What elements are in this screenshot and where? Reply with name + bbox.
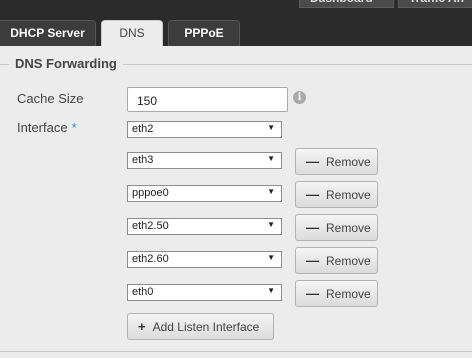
triangle-down-icon: ▼ [267,187,275,196]
remove-interface-button-3[interactable]: — Remove [295,181,378,208]
select-value: eth2.60 [132,253,169,265]
remove-interface-button-6[interactable]: — Remove [295,280,378,307]
select-value: pppoe0 [132,187,169,199]
minus-icon: — [306,253,319,268]
add-listen-interface-label: Add Listen Interface [152,320,260,334]
cache-size-label-text: Cache Size [17,91,84,106]
triangle-down-icon: ▼ [267,220,275,229]
triangle-down-icon: ▼ [267,286,275,295]
minus-icon: — [306,187,319,202]
triangle-down-icon: ▼ [267,253,275,262]
tab-pppoe[interactable]: PPPoE [168,20,240,46]
remove-label: Remove [326,254,371,268]
section-bottom-divider [0,351,472,352]
cache-size-label: Cache Size [17,91,83,106]
remove-label: Remove [326,287,371,301]
remove-interface-button-4[interactable]: — Remove [295,214,378,241]
remove-interface-button-5[interactable]: — Remove [295,247,378,274]
select-value: eth0 [132,286,154,298]
remove-label: Remove [326,155,371,169]
interface-label-text: Interface [17,120,68,135]
nav-traffic-analysis[interactable]: Traffic An [398,0,472,8]
remove-interface-button-2[interactable]: — Remove [295,148,378,175]
minus-icon: — [306,286,319,301]
tab-dhcp-server[interactable]: DHCP Server [0,20,96,46]
info-icon[interactable]: i [293,91,306,104]
remove-label: Remove [326,221,371,235]
minus-icon: — [306,154,319,169]
plus-icon: + [138,319,146,334]
remove-label: Remove [326,188,371,202]
interface-select-2[interactable]: eth3 ▼ [127,152,282,169]
required-asterisk: * [71,120,77,135]
select-value: eth2.50 [132,220,169,232]
interface-select-3[interactable]: pppoe0 ▼ [127,185,282,202]
interface-select-1[interactable]: eth2 ▼ [127,121,282,138]
add-listen-interface-button[interactable]: + Add Listen Interface [127,313,274,340]
top-navigation-bar: Dashboard Traffic An DHCP Server DNS PPP… [0,0,472,46]
nav-dashboard[interactable]: Dashboard [299,0,394,8]
select-value: eth2 [132,123,154,135]
minus-icon: — [306,220,319,235]
select-value: eth3 [132,154,154,166]
cache-size-input[interactable]: 150 [127,87,288,112]
section-legend: DNS Forwarding [9,56,123,71]
interface-select-4[interactable]: eth2.50 ▼ [127,218,282,235]
interface-label: Interface * [17,120,77,135]
triangle-down-icon: ▼ [267,123,275,132]
interface-select-6[interactable]: eth0 ▼ [127,284,282,301]
tab-dns[interactable]: DNS [101,20,163,46]
interface-select-5[interactable]: eth2.60 ▼ [127,251,282,268]
dns-forwarding-section: DNS Forwarding Cache Size 150 i Interfac… [0,46,472,358]
triangle-down-icon: ▼ [267,154,275,163]
